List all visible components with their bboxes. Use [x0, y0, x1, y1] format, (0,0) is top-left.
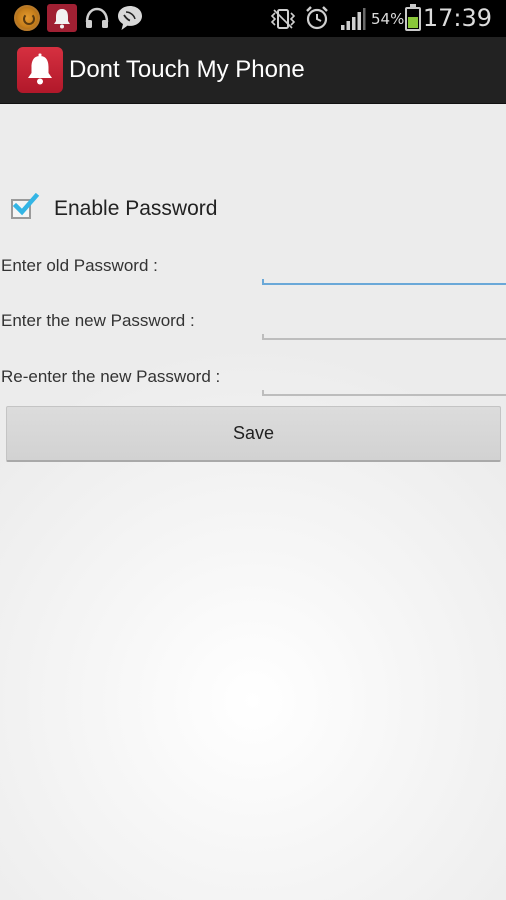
confirm-password-underline	[262, 390, 506, 396]
enable-password-checkbox[interactable]	[11, 193, 40, 221]
new-password-field[interactable]	[262, 307, 506, 337]
new-password-label: Enter the new Password :	[1, 311, 195, 330]
battery-percent: 54%	[371, 10, 405, 28]
alarm-icon	[304, 5, 330, 36]
checkmark-icon	[12, 193, 40, 216]
enable-password-label[interactable]: Enable Password	[54, 196, 217, 222]
app-bell-icon	[47, 4, 77, 32]
old-password-field[interactable]	[262, 252, 506, 282]
action-bar: Dont Touch My Phone	[0, 37, 506, 104]
new-password-underline	[262, 334, 506, 340]
confirm-password-field[interactable]	[262, 363, 506, 393]
bell-icon[interactable]	[17, 47, 63, 93]
status-time: 17:39	[422, 4, 492, 32]
confirm-password-label: Re-enter the new Password :	[1, 367, 221, 386]
settings-form: Enable Password Enter old Password : Ent…	[0, 104, 506, 900]
headset-icon	[84, 6, 110, 35]
page-title: Dont Touch My Phone	[69, 56, 305, 83]
battery-level	[408, 17, 418, 28]
save-button[interactable]: Save	[6, 406, 501, 462]
vibrate-icon	[270, 8, 296, 35]
firefox-icon	[14, 5, 40, 31]
battery-icon	[405, 4, 421, 31]
signal-icon	[340, 7, 366, 36]
chat-icon	[116, 4, 144, 37]
status-bar: 54% 17:39	[0, 0, 506, 37]
old-password-underline	[262, 279, 506, 285]
old-password-label: Enter old Password :	[1, 256, 158, 275]
